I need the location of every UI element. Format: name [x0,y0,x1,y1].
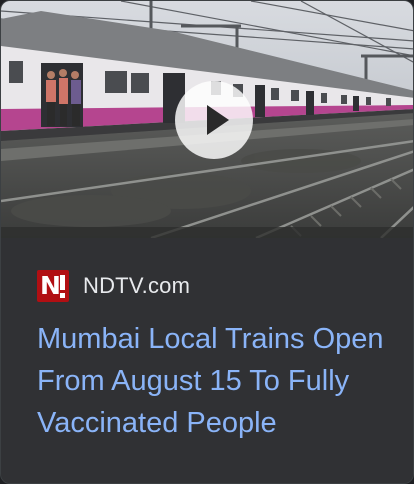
source-row[interactable]: N NDTV.com [37,270,190,302]
video-thumbnail[interactable] [1,1,413,238]
card-meta: N NDTV.com Mumbai Local Trains Open From… [1,238,413,483]
source-name: NDTV.com [83,273,191,298]
ndtv-logo-icon: N [37,270,69,302]
news-card[interactable]: N NDTV.com Mumbai Local Trains Open From… [0,0,414,484]
play-button[interactable] [175,81,253,159]
play-icon [207,105,229,135]
headline-link[interactable]: Mumbai Local Trains Open From August 15 … [37,318,397,444]
